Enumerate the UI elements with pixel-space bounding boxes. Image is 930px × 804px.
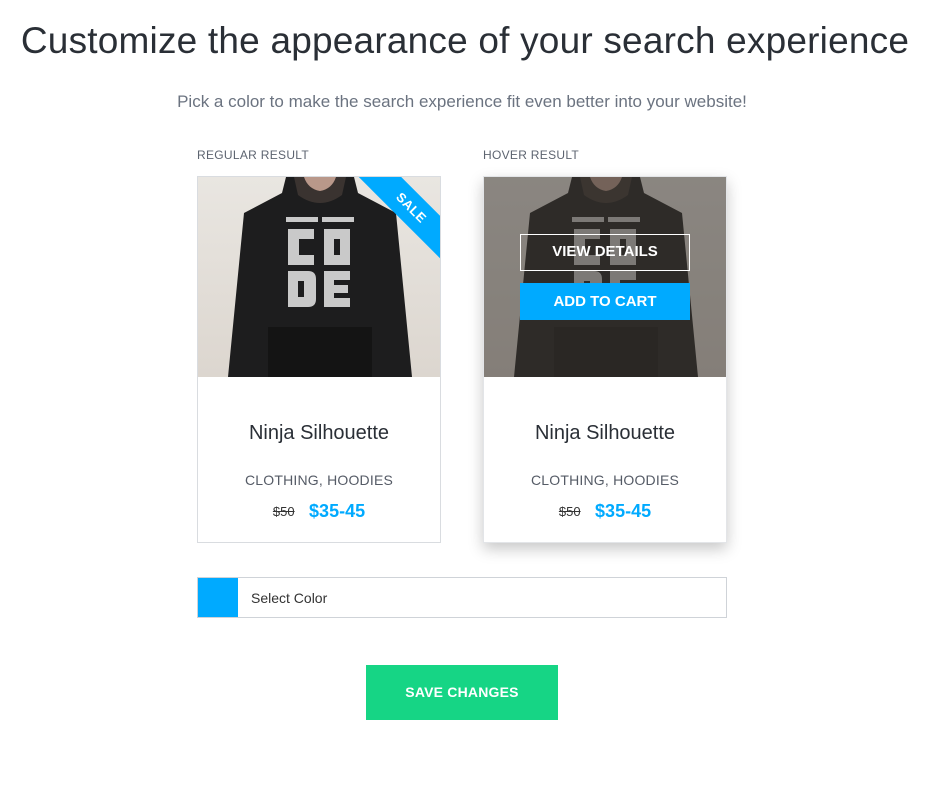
color-picker-label: Select Color (251, 590, 328, 606)
color-swatch[interactable] (198, 578, 238, 617)
save-changes-button[interactable]: SAVE CHANGES (366, 665, 558, 720)
product-image: VIEW DETAILS ADD TO CART (484, 177, 726, 377)
price-row: $50 $35-45 (484, 501, 726, 522)
page-title: Customize the appearance of your search … (20, 20, 910, 61)
regular-result-label: REGULAR RESULT (197, 148, 310, 162)
new-price: $35-45 (595, 501, 652, 521)
old-price: $50 (272, 504, 295, 519)
customize-appearance-page: Customize the appearance of your search … (0, 0, 930, 804)
new-price: $35-45 (309, 501, 366, 521)
hover-result-label: HOVER RESULT (483, 148, 580, 162)
product-categories: CLOTHING, HOODIES (530, 472, 680, 488)
product-categories: CLOTHING, HOODIES (244, 472, 394, 488)
page-subtitle: Pick a color to make the search experien… (177, 92, 747, 111)
old-price: $50 (558, 504, 581, 519)
hover-overlay (484, 177, 726, 377)
color-picker[interactable]: Select Color (197, 577, 727, 618)
product-name[interactable]: Ninja Silhouette (198, 422, 440, 445)
product-name[interactable]: Ninja Silhouette (484, 422, 726, 445)
add-to-cart-button[interactable]: ADD TO CART (520, 283, 690, 320)
price-row: $50 $35-45 (198, 501, 440, 522)
regular-result-card[interactable]: SALE Ninja Silhouette CLOTHING, HOODIES … (197, 176, 441, 543)
view-details-button[interactable]: VIEW DETAILS (520, 234, 690, 271)
product-image: SALE (198, 177, 440, 377)
hover-result-card[interactable]: VIEW DETAILS ADD TO CART Ninja Silhouett… (483, 176, 727, 543)
